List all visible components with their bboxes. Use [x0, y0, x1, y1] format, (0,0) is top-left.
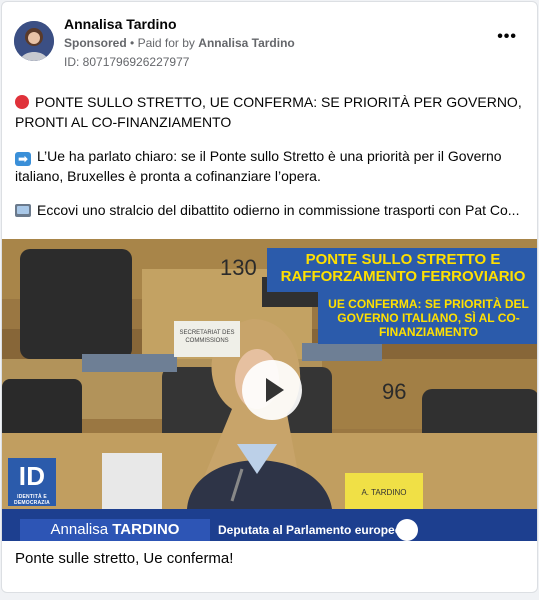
video-player[interactable]: 130 96 SECRETARIAT DES COMMISSIONS A. TA…	[2, 239, 537, 541]
sponsored-text: Sponsored	[64, 36, 127, 50]
ad-id: ID: 8071796926227977	[64, 55, 190, 69]
sponsored-post-card: Annalisa Tardino Sponsored • Paid for by…	[1, 1, 538, 593]
seat-number-130: 130	[220, 255, 257, 280]
post-body: PONTE SULLO STRETTO, UE CONFERMA: SE PRI…	[15, 92, 527, 234]
identity-democracy-logo: ID IDENTITÀ E DEMOCRAZIA	[8, 458, 56, 506]
speaker-first-name: Annalisa	[50, 521, 109, 538]
paid-for-name[interactable]: Annalisa Tardino	[198, 36, 294, 50]
video-banner-subtitle: UE CONFERMA: SE PRIORITÀ DEL GOVERNO ITA…	[318, 292, 537, 344]
post-paragraph-3: Eccovi uno stralcio del dibattito odiern…	[15, 200, 527, 220]
video-banner-title: PONTE SULLO STRETTO E RAFFORZAMENTO FERR…	[267, 248, 537, 292]
tv-icon	[15, 204, 31, 217]
post-caption[interactable]: Ponte sulle stretto, Ue conferma!	[15, 550, 233, 567]
speaker-role: Deputata al Parlamento europeo	[218, 523, 403, 537]
speaker-last-name: TARDINO	[112, 521, 180, 538]
logo-text: IDENTITÀ E DEMOCRAZIA	[14, 494, 50, 506]
post-paragraph-1: PONTE SULLO STRETTO, UE CONFERMA: SE PRI…	[15, 92, 527, 132]
post-line-2: L’Ue ha parlato chiaro: se il Ponte sull…	[15, 148, 502, 184]
seat-number-96: 96	[382, 379, 407, 404]
post-paragraph-2: ➡ L’Ue ha parlato chiaro: se il Ponte sul…	[15, 146, 527, 186]
speaker-name: Annalisa TARDINO	[20, 519, 210, 541]
paid-for-prefix: Paid for by	[137, 36, 195, 50]
more-options-icon[interactable]: •••	[497, 28, 517, 46]
logo-letters: ID	[18, 461, 46, 491]
secretariat-sign: SECRETARIAT DES COMMISSIONS	[174, 321, 240, 357]
right-arrow-icon: ➡	[15, 152, 31, 166]
nameplate: A. TARDINO	[345, 473, 423, 513]
play-button-icon[interactable]	[242, 360, 302, 420]
post-line-1: PONTE SULLO STRETTO, UE CONFERMA: SE PRI…	[15, 94, 522, 130]
red-circle-icon	[15, 95, 29, 109]
sponsored-label: Sponsored • Paid for by Annalisa Tardino	[64, 36, 295, 50]
author-avatar[interactable]	[14, 21, 54, 61]
author-name[interactable]: Annalisa Tardino	[64, 16, 177, 32]
separator-dot: •	[130, 36, 138, 50]
party-logo-icon	[396, 519, 418, 541]
post-line-3[interactable]: Eccovi uno stralcio del dibattito odiern…	[37, 202, 519, 218]
